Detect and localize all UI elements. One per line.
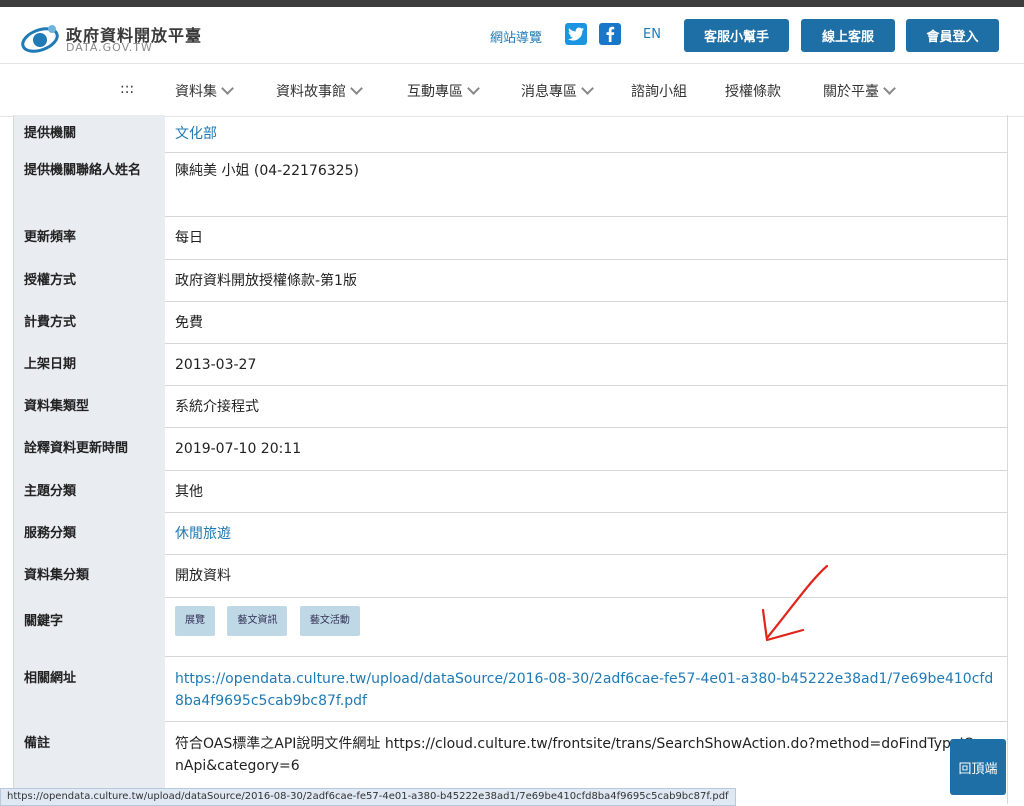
keyword-tags: 展覽 藝文資訊 藝文活動 bbox=[165, 597, 1007, 656]
table-row: 計費方式 免費 bbox=[14, 301, 1007, 344]
row-label: 資料集分類 bbox=[14, 554, 165, 597]
nav-item-news[interactable]: 消息專區 bbox=[521, 81, 594, 101]
table-row: 提供機關聯絡人姓名 陳純美 小姐 (04-22176325) bbox=[14, 152, 1007, 217]
service-category-link[interactable]: 休閒旅遊 bbox=[165, 512, 1007, 554]
row-label: 提供機關 bbox=[14, 115, 165, 152]
row-value: 2013-03-27 bbox=[175, 357, 257, 373]
table-row: 授權方式 政府資料開放授權條款-第1版 bbox=[14, 259, 1007, 302]
nav-label: 消息專區 bbox=[521, 84, 577, 100]
row-label: 關鍵字 bbox=[14, 597, 165, 656]
nav-item-license[interactable]: 授權條款 bbox=[725, 81, 781, 101]
row-value: 免費 bbox=[175, 315, 203, 331]
nav-label: 互動專區 bbox=[407, 84, 463, 100]
row-label: 授權方式 bbox=[14, 259, 165, 301]
table-row: 更新頻率 每日 bbox=[14, 216, 1007, 260]
row-label: 詮釋資料更新時間 bbox=[14, 427, 165, 470]
facebook-icon[interactable] bbox=[599, 23, 621, 45]
row-value: 開放資料 bbox=[175, 568, 231, 584]
nav-label: 資料故事館 bbox=[276, 84, 346, 100]
table-row: 上架日期 2013-03-27 bbox=[14, 343, 1007, 386]
row-value: 每日 bbox=[175, 230, 203, 246]
row-label: 提供機關聯絡人姓名 bbox=[14, 152, 165, 216]
language-switch[interactable]: EN bbox=[643, 27, 661, 42]
row-value: 系統介接程式 bbox=[175, 399, 259, 415]
dataset-detail-table: 提供機關 文化部 提供機關聯絡人姓名 陳純美 小姐 (04-22176325) … bbox=[13, 115, 1008, 804]
chevron-down-icon bbox=[581, 82, 594, 95]
table-row: 相關網址 https://opendata.culture.tw/upload/… bbox=[14, 656, 1007, 722]
row-label: 計費方式 bbox=[14, 301, 165, 343]
main-nav: ::: 資料集 資料故事館 互動專區 消息專區 諮詢小組 授權條款 關於平臺 bbox=[0, 63, 1024, 117]
logo-icon[interactable] bbox=[18, 21, 62, 57]
related-url-link[interactable]: https://opendata.culture.tw/upload/dataS… bbox=[165, 656, 1007, 721]
row-label: 服務分類 bbox=[14, 512, 165, 554]
red-arrow-annotation bbox=[761, 564, 829, 642]
table-row: 服務分類 休閒旅遊 bbox=[14, 512, 1007, 555]
sitemap-link[interactable]: 網站導覽 bbox=[490, 27, 542, 46]
back-to-top-button[interactable]: 回頂端 bbox=[950, 739, 1006, 795]
row-label: 相關網址 bbox=[14, 656, 165, 721]
table-row: 主題分類 其他 bbox=[14, 470, 1007, 513]
chevron-down-icon bbox=[350, 82, 363, 95]
keyword-tag[interactable]: 藝文活動 bbox=[299, 606, 360, 636]
menu-icon[interactable]: ::: bbox=[120, 81, 134, 97]
table-row: 詮釋資料更新時間 2019-07-10 20:11 bbox=[14, 427, 1007, 471]
online-service-button[interactable]: 線上客服 bbox=[801, 19, 895, 52]
member-login-button[interactable]: 會員登入 bbox=[906, 19, 999, 52]
twitter-icon[interactable] bbox=[565, 23, 587, 45]
nav-item-interactive[interactable]: 互動專區 bbox=[407, 81, 480, 101]
nav-label: 資料集 bbox=[175, 84, 217, 100]
row-label: 主題分類 bbox=[14, 470, 165, 512]
keyword-tag[interactable]: 展覽 bbox=[175, 606, 215, 636]
row-label: 更新頻率 bbox=[14, 216, 165, 259]
agency-link[interactable]: 文化部 bbox=[165, 115, 1007, 152]
brand-subtitle: DATA.GOV.TW bbox=[66, 41, 153, 54]
nav-label: 關於平臺 bbox=[823, 84, 879, 100]
chevron-down-icon bbox=[221, 82, 234, 95]
table-row: 提供機關 文化部 bbox=[14, 115, 1007, 153]
row-value: 2019-07-10 20:11 bbox=[175, 441, 302, 457]
chevron-down-icon bbox=[883, 82, 896, 95]
browser-status-url: https://opendata.culture.tw/upload/dataS… bbox=[0, 788, 736, 806]
row-value: 政府資料開放授權條款-第1版 bbox=[175, 273, 357, 289]
site-header: 政府資料開放平臺 DATA.GOV.TW 網站導覽 EN 客服小幫手 線上客服 … bbox=[0, 7, 1024, 63]
nav-item-stories[interactable]: 資料故事館 bbox=[276, 81, 363, 101]
table-row: 關鍵字 展覽 藝文資訊 藝文活動 bbox=[14, 597, 1007, 657]
nav-item-advisory[interactable]: 諮詢小組 bbox=[631, 81, 687, 101]
table-row: 資料集分類 開放資料 bbox=[14, 554, 1007, 598]
row-label: 資料集類型 bbox=[14, 385, 165, 427]
chevron-down-icon bbox=[467, 82, 480, 95]
keyword-tag[interactable]: 藝文資訊 bbox=[227, 606, 288, 636]
table-row: 資料集類型 系統介接程式 bbox=[14, 385, 1007, 428]
nav-item-about[interactable]: 關於平臺 bbox=[823, 81, 896, 101]
customer-helper-button[interactable]: 客服小幫手 bbox=[684, 19, 789, 52]
nav-item-datasets[interactable]: 資料集 bbox=[175, 81, 234, 101]
row-label: 上架日期 bbox=[14, 343, 165, 385]
row-value: 陳純美 小姐 (04-22176325) bbox=[175, 163, 359, 179]
row-value: 其他 bbox=[175, 484, 203, 500]
